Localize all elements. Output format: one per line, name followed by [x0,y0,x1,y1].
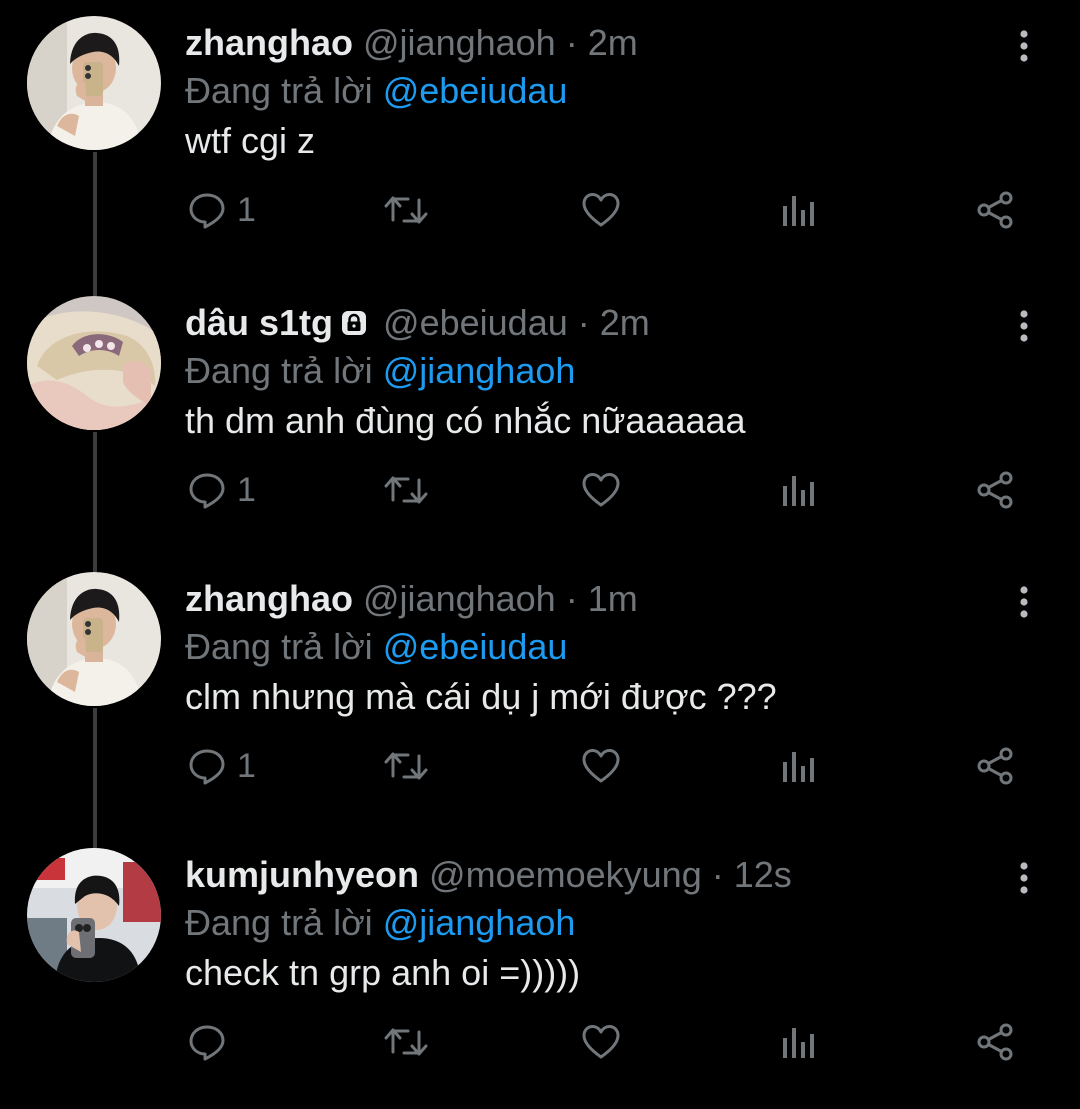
display-name[interactable]: kumjunhyeon [185,854,419,895]
reply-count: 1 [237,190,256,229]
tweet-actions: 1 [0,190,1080,240]
heart-icon [582,473,620,507]
like-button[interactable] [581,1022,621,1062]
thread-connector-line [93,708,97,848]
share-button[interactable] [975,1022,1015,1062]
more-options-icon[interactable] [1006,26,1042,66]
reply-icon [189,193,225,229]
more-options-icon[interactable] [1006,306,1042,346]
display-name[interactable]: dâu s1tg [185,302,333,343]
reply-button[interactable]: 1 [187,746,256,786]
more-options-icon[interactable] [1006,582,1042,622]
replying-to-label: Đang trả lời [185,626,373,667]
tweet-text: wtf cgi z [185,120,316,161]
like-button[interactable] [581,190,621,230]
retweet-icon [384,476,428,504]
user-handle[interactable]: @jianghaoh [363,578,556,619]
tweet-header: dâu s1tg @ebeiudau · 2m [185,302,650,347]
analytics-button[interactable] [781,748,815,784]
tweet-actions [0,1022,1080,1072]
separator-dot: · [565,578,578,619]
thread-connector-line [93,152,97,296]
reply-count: 1 [237,746,256,785]
share-button[interactable] [975,190,1015,230]
tweet-actions: 1 [0,746,1080,796]
retweet-button[interactable] [384,472,428,508]
replying-to-label: Đang trả lời [185,350,373,391]
heart-icon [582,1025,620,1059]
reply-icon [189,749,225,785]
display-name[interactable]: zhanghao [185,22,353,63]
reply-icon [189,1025,225,1061]
avatar[interactable] [27,848,161,982]
heart-icon [582,193,620,227]
heart-icon [582,749,620,783]
replying-to: Đang trả lời @jianghaoh [185,902,575,944]
tweet-actions: 1 [0,470,1080,520]
retweet-icon [384,1028,428,1056]
replying-to: Đang trả lời @ebeiudau [185,626,567,668]
share-icon [977,747,1013,785]
user-handle[interactable]: @ebeiudau [383,302,568,343]
reply-count: 1 [237,470,256,509]
tweet-header: zhanghao @jianghaoh · 2m [185,22,638,64]
tweet[interactable]: kumjunhyeon @moemoekyung · 12s Đang trả … [0,832,1080,1108]
user-handle[interactable]: @moemoekyung [429,854,702,895]
avatar[interactable] [27,16,161,150]
retweet-button[interactable] [384,192,428,228]
share-icon [977,1023,1013,1061]
analytics-button[interactable] [781,1024,815,1060]
mention-link[interactable]: @jianghaoh [383,350,576,391]
replying-to-label: Đang trả lời [185,70,373,111]
reply-button[interactable]: 1 [187,190,256,230]
analytics-icon [783,752,814,782]
replying-to: Đang trả lời @ebeiudau [185,70,567,112]
retweet-button[interactable] [384,1024,428,1060]
tweet[interactable]: zhanghao @jianghaoh · 1m Đang trả lời @e… [0,556,1080,848]
share-icon [977,191,1013,229]
tweet-text: check tn grp anh oi =))))) [185,952,581,993]
lock-icon [339,305,369,347]
tweet-text: th dm anh đùng có nhắc nữaaaaaa [185,400,746,441]
analytics-icon [783,196,814,226]
tweet-header: zhanghao @jianghaoh · 1m [185,578,638,620]
tweet-header: kumjunhyeon @moemoekyung · 12s [185,854,792,896]
separator-dot: · [711,854,724,895]
tweet[interactable]: zhanghao @jianghaoh · 2m Đang trả lời @e… [0,0,1080,296]
tweet[interactable]: dâu s1tg @ebeiudau · 2m Đang trả lời @ji… [0,280,1080,572]
share-button[interactable] [975,470,1015,510]
mention-link[interactable]: @jianghaoh [383,902,576,943]
timestamp[interactable]: 1m [588,578,638,619]
retweet-icon [384,752,428,780]
mention-link[interactable]: @ebeiudau [383,70,568,111]
separator-dot: · [577,302,590,343]
more-options-icon[interactable] [1006,858,1042,898]
share-icon [977,471,1013,509]
analytics-icon [783,476,814,506]
like-button[interactable] [581,470,621,510]
retweet-icon [384,196,428,224]
mention-link[interactable]: @ebeiudau [383,626,568,667]
reply-icon [189,473,225,509]
tweet-text: clm nhưng mà cái dụ j mới được ??? [185,676,777,717]
timestamp[interactable]: 12s [734,854,792,895]
user-handle[interactable]: @jianghaoh [363,22,556,63]
timestamp[interactable]: 2m [600,302,650,343]
replying-to: Đang trả lời @jianghaoh [185,350,575,392]
thread-connector-line [93,432,97,572]
share-button[interactable] [975,746,1015,786]
replying-to-label: Đang trả lời [185,902,373,943]
avatar[interactable] [27,296,161,430]
display-name[interactable]: zhanghao [185,578,353,619]
analytics-icon [783,1028,814,1058]
separator-dot: · [565,22,578,63]
reply-button[interactable]: 1 [187,470,256,510]
analytics-button[interactable] [781,192,815,228]
timestamp[interactable]: 2m [588,22,638,63]
avatar[interactable] [27,572,161,706]
analytics-button[interactable] [781,472,815,508]
retweet-button[interactable] [384,748,428,784]
like-button[interactable] [581,746,621,786]
reply-button[interactable] [187,1022,227,1062]
